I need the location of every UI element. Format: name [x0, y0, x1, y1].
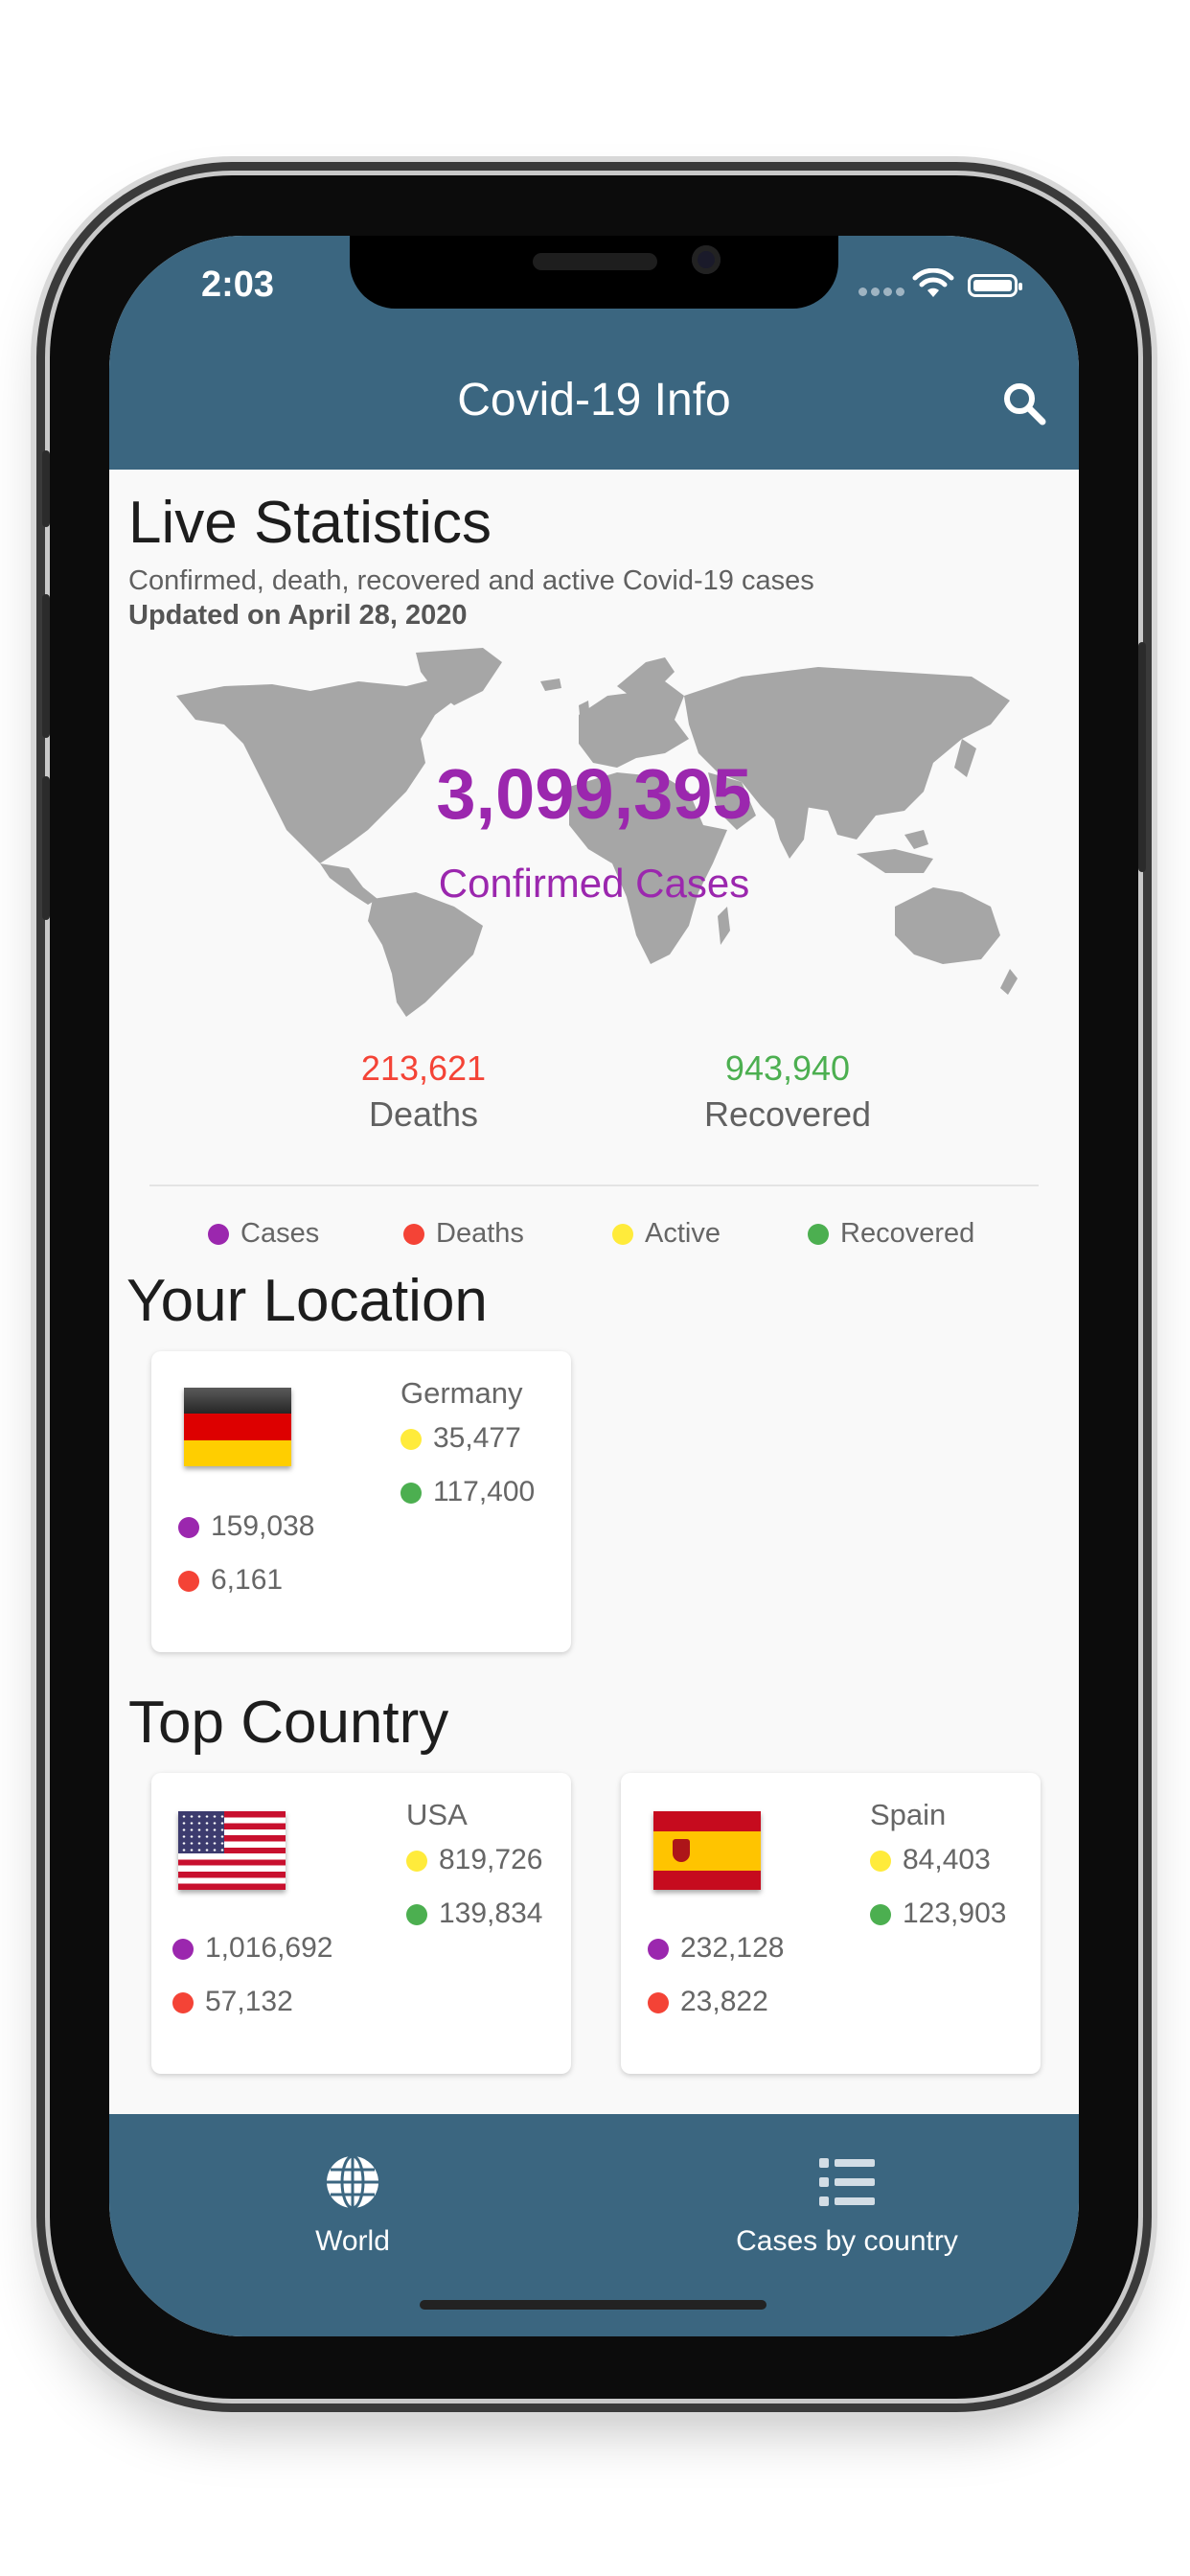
legend-cases: Cases [208, 1218, 319, 1250]
updated-date: Updated on April 28, 2020 [128, 600, 468, 631]
signal-icon [858, 284, 908, 301]
deaths-stat: 213,621 Deaths [280, 1048, 567, 1135]
spain-recovered: 123,903 [870, 1898, 1006, 1930]
cases-dot-icon [648, 1939, 669, 1961]
volume-down-button [42, 776, 50, 920]
usa-recovered-value: 139,834 [439, 1898, 543, 1929]
recovered-dot-icon [870, 1904, 891, 1926]
active-dot-icon [870, 1851, 891, 1873]
deaths-dot-icon [403, 1224, 424, 1246]
nav-cases-by-country[interactable]: Cases by country [703, 2152, 991, 2258]
spain-flag-icon [653, 1811, 761, 1890]
app-screen: 2:03 Covid-19 Info Live Statistics Confi… [109, 236, 1079, 2336]
spain-coat-of-arms [673, 1838, 690, 1862]
recovered-value: 943,940 [724, 1048, 851, 1088]
deaths-dot-icon [648, 1992, 669, 2014]
active-dot-icon [406, 1851, 427, 1873]
top-country-heading: Top Country [128, 1690, 449, 1756]
app-title: Covid-19 Info [457, 375, 731, 426]
deaths-label: Deaths [368, 1094, 479, 1134]
front-camera [692, 245, 721, 274]
location-deaths: 6,161 [178, 1564, 283, 1597]
spain-recovered-value: 123,903 [903, 1898, 1007, 1929]
location-country-name: Germany [400, 1376, 523, 1410]
legend-recovered: Recovered [808, 1218, 974, 1250]
legend-recovered-label: Recovered [840, 1218, 975, 1249]
cases-dot-icon [208, 1224, 229, 1246]
legend-deaths: Deaths [403, 1218, 524, 1250]
wifi-icon [912, 268, 954, 297]
home-indicator[interactable] [420, 2300, 767, 2310]
usa-flag-icon [178, 1811, 286, 1890]
legend-active: Active [612, 1218, 721, 1250]
deaths-dot-icon [178, 1571, 199, 1593]
spain-active: 84,403 [870, 1844, 991, 1876]
recovered-dot-icon [808, 1224, 829, 1246]
status-time: 2:03 [201, 264, 275, 305]
germany-flag-icon [184, 1388, 291, 1466]
location-cases-value: 159,038 [211, 1510, 315, 1542]
spain-active-value: 84,403 [903, 1844, 991, 1875]
your-location-heading: Your Location [126, 1268, 488, 1334]
deaths-value: 213,621 [360, 1048, 487, 1088]
spain-deaths-value: 23,822 [680, 1986, 768, 2017]
spain-cases: 232,128 [648, 1932, 784, 1965]
globe-icon [327, 2154, 378, 2210]
location-recovered: 117,400 [400, 1476, 535, 1508]
usa-recovered: 139,834 [406, 1898, 542, 1930]
deaths-dot-icon [172, 1992, 194, 2014]
nav-cases-by-country-label: Cases by country [736, 2225, 958, 2257]
nav-world[interactable]: World [238, 2152, 468, 2258]
mute-switch [42, 450, 50, 527]
top-country-name-usa: USA [406, 1798, 468, 1831]
location-country-card[interactable]: Germany 35,477 117,400 159,038 6,161 [151, 1351, 571, 1652]
usa-cases: 1,016,692 [172, 1932, 332, 1965]
spain-deaths: 23,822 [648, 1986, 768, 2018]
recovered-label: Recovered [703, 1094, 872, 1134]
location-active: 35,477 [400, 1422, 521, 1455]
usa-cases-value: 1,016,692 [205, 1932, 333, 1964]
location-active-value: 35,477 [433, 1422, 521, 1454]
list-icon [819, 2158, 875, 2206]
section-divider [149, 1184, 1039, 1186]
confirmed-cases-value: 3,099,395 [436, 754, 752, 834]
cases-dot-icon [172, 1939, 194, 1961]
top-country-card-usa[interactable]: USA 819,726 139,834 1,016,692 57,132 [151, 1773, 571, 2074]
usa-deaths: 57,132 [172, 1986, 293, 2018]
volume-up-button [42, 594, 50, 738]
device-notch [350, 236, 838, 309]
spain-cases-value: 232,128 [680, 1932, 785, 1964]
recovered-dot-icon [400, 1483, 422, 1505]
usa-active: 819,726 [406, 1844, 542, 1876]
usa-deaths-value: 57,132 [205, 1986, 293, 2017]
battery-icon [968, 274, 1022, 297]
speaker-grille [533, 253, 657, 270]
legend-deaths-label: Deaths [436, 1218, 524, 1249]
location-deaths-value: 6,161 [211, 1564, 284, 1596]
top-country-card-spain[interactable]: Spain 84,403 123,903 232,128 23,822 [621, 1773, 1041, 2074]
cases-dot-icon [178, 1517, 199, 1539]
legend-cases-label: Cases [240, 1218, 320, 1249]
active-dot-icon [612, 1224, 633, 1246]
location-recovered-value: 117,400 [433, 1476, 536, 1507]
power-button [1138, 642, 1146, 872]
live-statistics-heading: Live Statistics [128, 490, 492, 556]
confirmed-cases-label: Confirmed Cases [438, 861, 750, 906]
usa-active-value: 819,726 [439, 1844, 543, 1875]
nav-world-label: World [315, 2225, 390, 2257]
recovered-dot-icon [406, 1904, 427, 1926]
top-country-name-spain: Spain [870, 1798, 947, 1831]
search-icon[interactable] [1000, 380, 1048, 427]
legend-active-label: Active [645, 1218, 721, 1249]
active-dot-icon [400, 1429, 422, 1451]
recovered-stat: 943,940 Recovered [644, 1048, 931, 1135]
live-statistics-subtitle: Confirmed, death, recovered and active C… [128, 565, 814, 596]
location-cases: 159,038 [178, 1510, 314, 1543]
